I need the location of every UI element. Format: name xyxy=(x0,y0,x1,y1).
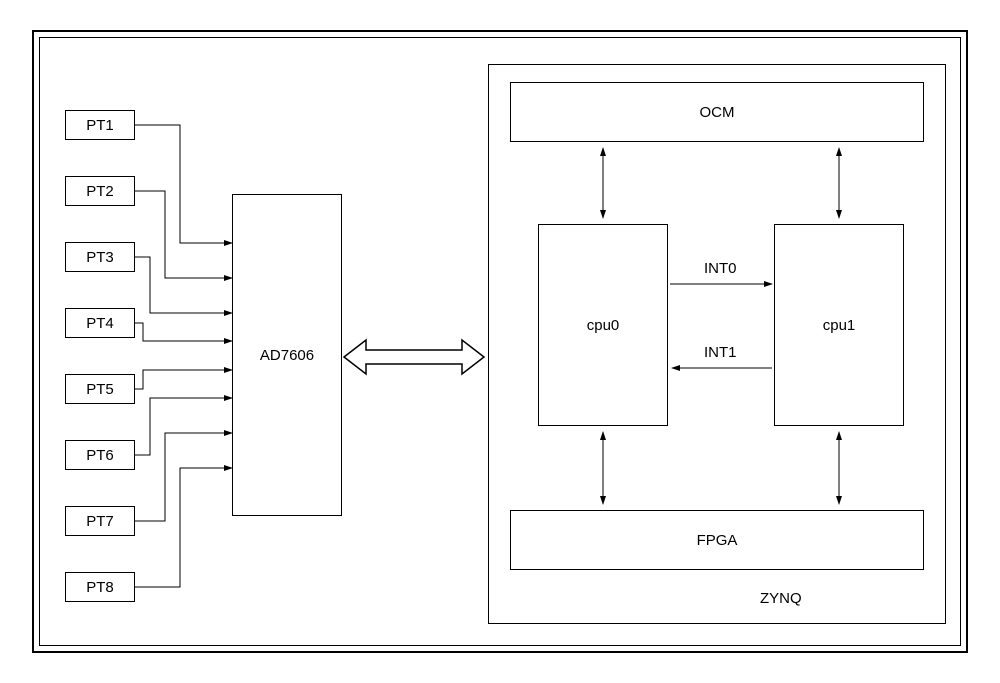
outer-frame: PT1 PT2 PT3 PT4 PT5 PT6 PT7 PT8 AD7606 xyxy=(32,30,968,653)
int1-label: INT1 xyxy=(704,344,737,361)
inner-frame: PT1 PT2 PT3 PT4 PT5 PT6 PT7 PT8 AD7606 xyxy=(39,37,961,646)
zynq-connectors xyxy=(40,38,960,638)
int0-label: INT0 xyxy=(704,260,737,277)
